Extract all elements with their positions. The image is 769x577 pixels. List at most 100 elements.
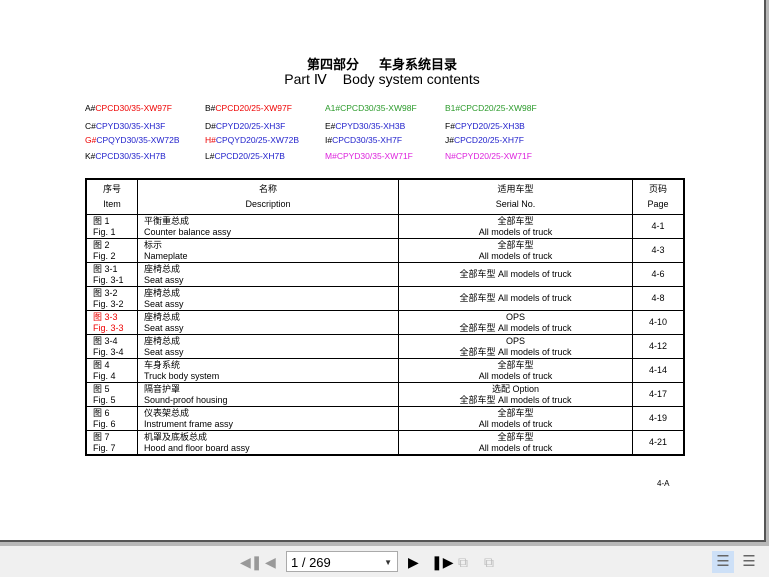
model-code-serial: CPCD30/35-XH7F xyxy=(332,135,403,145)
model-code: B#CPCD20/25-XW97F xyxy=(205,103,292,113)
description-cell: 隔音护罩 Sound-proof housing xyxy=(137,382,399,407)
description-cn: 标示 xyxy=(144,239,163,250)
model-code-prefix: F# xyxy=(445,121,455,131)
description-cn: 座椅总成 xyxy=(144,287,181,298)
serial-cell: 全部车型 All models of truck xyxy=(398,358,633,383)
model-code-prefix: D# xyxy=(205,121,216,131)
continuous-view-icon[interactable]: ☰ xyxy=(738,551,760,573)
header-en: Page xyxy=(647,199,669,209)
model-code-serial: CPYD30/35-XW71F xyxy=(336,151,413,161)
header-cn: 名称 xyxy=(258,184,277,194)
description-cell: 标示 Nameplate xyxy=(137,238,399,263)
title-cn-name: 车身系统目录 xyxy=(379,57,458,72)
page-cell: 4-21 xyxy=(632,430,685,456)
page-cell: 4-19 xyxy=(632,406,685,431)
model-code-prefix: B# xyxy=(205,103,216,113)
title-en-part: Part Ⅳ xyxy=(284,71,327,87)
model-code-serial: CPYD20/25-XW71F xyxy=(455,151,532,161)
serial-line-2: All models of truck xyxy=(478,250,553,261)
table-row: 图 5 Fig. 5 隔音护罩 Sound-proof housing 选配 Opt… xyxy=(85,382,685,407)
page-cell: 4-10 xyxy=(632,310,685,335)
item-cn: 图 4 xyxy=(93,359,110,370)
model-code-serial: CPYD20/25-XH3F xyxy=(215,121,286,131)
facing-view-icon[interactable]: ▯ xyxy=(762,551,769,573)
page-number-input[interactable]: 1 / 269 ▼ xyxy=(286,551,398,572)
item-en: Fig. 3-1 xyxy=(93,274,124,285)
model-code: F#CPYD20/25-XH3B xyxy=(445,121,525,131)
table-row: 图 4 Fig. 4 车身系统 Truck body system 全部车型 All … xyxy=(85,358,685,383)
model-code: C#CPYD30/35-XH3F xyxy=(85,121,165,131)
model-code: L#CPCD20/25-XH7B xyxy=(205,151,285,161)
model-code-serial: CPCD30/35-XW98F xyxy=(340,103,417,113)
model-code: A1#CPCD30/35-XW98F xyxy=(325,103,417,113)
serial-line-2: All models of truck xyxy=(478,418,553,429)
next-page-icon[interactable]: ▶ xyxy=(408,554,419,571)
serial-line-1: 全部车型 xyxy=(497,407,534,418)
serial-cell: OPS 全部车型 All models of truck xyxy=(398,310,633,335)
description-en: Sound-proof housing xyxy=(144,394,228,405)
description-cn: 机罩及底板总成 xyxy=(144,431,208,442)
page-cell: 4-3 xyxy=(632,238,685,263)
model-code-serial: CPCD20/25-XW98F xyxy=(460,103,537,113)
description-cell: 平衡重总成 Counter balance assy xyxy=(137,214,399,239)
page-cell: 4-1 xyxy=(632,214,685,239)
serial-cell: 全部车型 All models of truck xyxy=(398,430,633,456)
last-page-icon[interactable]: ❚▶ xyxy=(431,554,454,571)
previous-page-icon[interactable]: ◀ xyxy=(265,554,276,571)
item-cell: 图 6 Fig. 6 xyxy=(85,406,138,431)
description-en: Nameplate xyxy=(144,250,188,261)
description-cn: 仪表架总成 xyxy=(144,407,190,418)
description-en: Seat assy xyxy=(144,346,184,357)
single-page-view-icon[interactable]: ☰ xyxy=(712,551,734,573)
description-en: Truck body system xyxy=(144,370,220,381)
table-row: 图 1 Fig. 1 平衡重总成 Counter balance assy 全部车型… xyxy=(85,214,685,239)
description-en: Seat assy xyxy=(144,298,184,309)
model-code: H#CPQYD20/25-XW72B xyxy=(205,135,299,145)
item-cn: 图 3-1 xyxy=(93,263,118,274)
serial-cell: 全部车型 All models of truck xyxy=(398,262,633,287)
model-code-prefix: E# xyxy=(325,121,336,131)
serial-line-1: 全部车型 xyxy=(497,215,534,226)
item-cell: 图 3-1 Fig. 3-1 xyxy=(85,262,138,287)
title-cn-part: 第四部分 xyxy=(306,57,359,72)
model-code-serial: CPYD30/35-XH3F xyxy=(95,121,166,131)
item-cell: 图 7 Fig. 7 xyxy=(85,430,138,456)
serial-line-1: OPS xyxy=(505,311,525,322)
table-row: 图 3-3 Fig. 3-3 座椅总成 Seat assy OPS 全部车型 All … xyxy=(85,310,685,335)
table-row: 图 6 Fig. 6 仪表架总成 Instrument frame assy 全部车… xyxy=(85,406,685,431)
serial-line-2: 全部车型 All models of truck xyxy=(459,394,572,405)
table-row: 图 3-2 Fig. 3-2 座椅总成 Seat assy 全部车型 All mod… xyxy=(85,286,685,311)
serial-cell: 选配 Option 全部车型 All models of truck xyxy=(398,382,633,407)
model-code-serial: CPCD20/25-XH7B xyxy=(214,151,285,161)
model-code: K#CPCD30/35-XH7B xyxy=(85,151,166,161)
page-cell: 4-14 xyxy=(632,358,685,383)
model-code: I#CPCD30/35-XH7F xyxy=(325,135,402,145)
serial-line-1: 全部车型 xyxy=(497,431,534,442)
description-cell: 座椅总成 Seat assy xyxy=(137,334,399,359)
item-en: Fig. 2 xyxy=(93,250,116,261)
item-en: Fig. 6 xyxy=(93,418,116,429)
column-header: 名称 Description xyxy=(137,178,399,215)
description-cell: 座椅总成 Seat assy xyxy=(137,262,399,287)
description-cn: 车身系统 xyxy=(144,359,181,370)
item-en: Fig. 3-4 xyxy=(93,346,124,357)
model-code-prefix: G# xyxy=(85,135,97,145)
item-cn: 图 1 xyxy=(93,215,110,226)
description-cn: 隔音护罩 xyxy=(144,383,181,394)
first-page-icon[interactable]: ◀❚ xyxy=(240,554,263,571)
chevron-down-icon[interactable]: ▼ xyxy=(384,552,392,573)
description-en: Seat assy xyxy=(144,322,184,333)
contents-table: 序号 Item 名称 Description 适用车型 Serial No. 页码 Page … xyxy=(85,178,685,456)
column-header: 适用车型 Serial No. xyxy=(398,178,633,215)
item-cell: 图 3-4 Fig. 3-4 xyxy=(85,334,138,359)
table-row: 图 7 Fig. 7 机罩及底板总成 Hood and floor board as… xyxy=(85,430,685,456)
description-en: Instrument frame assy xyxy=(144,418,234,429)
column-header: 页码 Page xyxy=(632,178,685,215)
page-cell: 4-12 xyxy=(632,334,685,359)
model-code-prefix: A# xyxy=(85,103,96,113)
next-view-icon[interactable]: ⧉ xyxy=(484,554,494,571)
previous-view-icon[interactable]: ⧉ xyxy=(458,554,468,571)
model-code-serial: CPYD30/35-XH3B xyxy=(335,121,406,131)
item-cn: 图 7 xyxy=(93,431,110,442)
model-code: E#CPYD30/35-XH3B xyxy=(325,121,405,131)
